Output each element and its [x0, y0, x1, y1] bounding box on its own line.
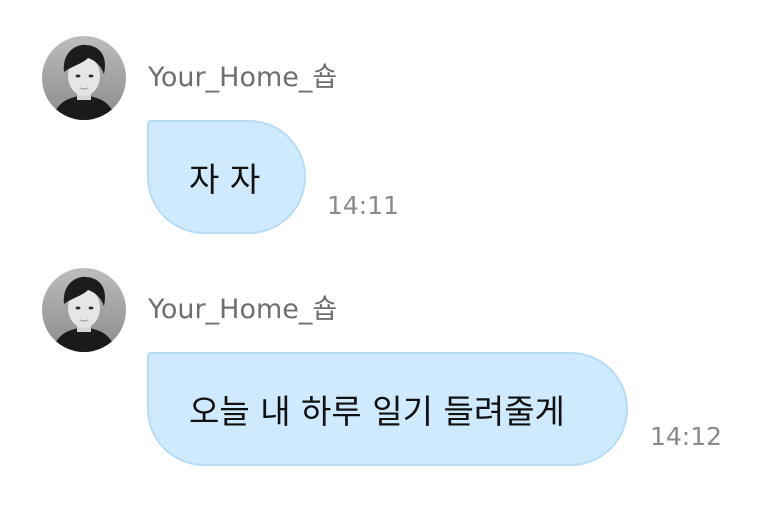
- message-timestamp: 14:12: [650, 422, 723, 451]
- profile-photo-icon: [42, 268, 126, 352]
- message-bubble[interactable]: 오늘 내 하루 일기 들려줄게: [147, 352, 628, 466]
- chat-message: Your_Home_숍 오늘 내 하루 일기 들려줄게 14:12: [0, 0, 769, 507]
- sender-avatar[interactable]: [42, 268, 126, 352]
- message-text: 오늘 내 하루 일기 들려줄게: [189, 392, 565, 431]
- sender-name: Your_Home_숍: [148, 294, 338, 325]
